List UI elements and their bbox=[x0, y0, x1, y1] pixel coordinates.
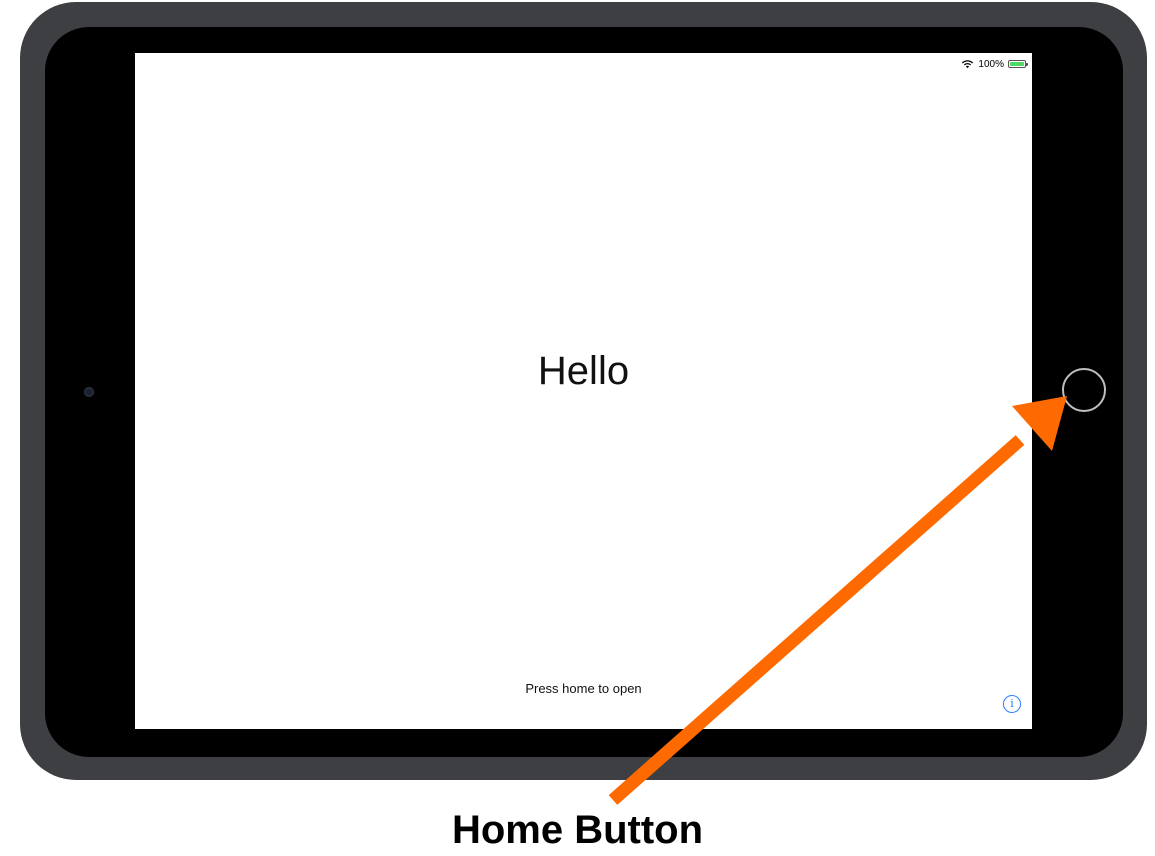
home-button-label: Home Button bbox=[451, 808, 704, 852]
home-button[interactable] bbox=[1062, 368, 1106, 412]
unlock-hint: Press home to open bbox=[525, 681, 642, 696]
battery-percent: 100% bbox=[978, 58, 1004, 70]
battery-fill bbox=[1010, 62, 1024, 66]
status-bar: 100% bbox=[961, 57, 1028, 71]
greeting-title: Hello bbox=[537, 349, 630, 393]
info-icon[interactable]: i bbox=[1003, 695, 1021, 713]
battery-icon bbox=[1008, 60, 1028, 68]
device-screen: 100% Hello Press home to open i bbox=[135, 53, 1032, 729]
wifi-icon bbox=[962, 60, 974, 69]
stage: 100% Hello Press home to open i Home But… bbox=[0, 0, 1155, 856]
camera-icon bbox=[84, 387, 94, 397]
